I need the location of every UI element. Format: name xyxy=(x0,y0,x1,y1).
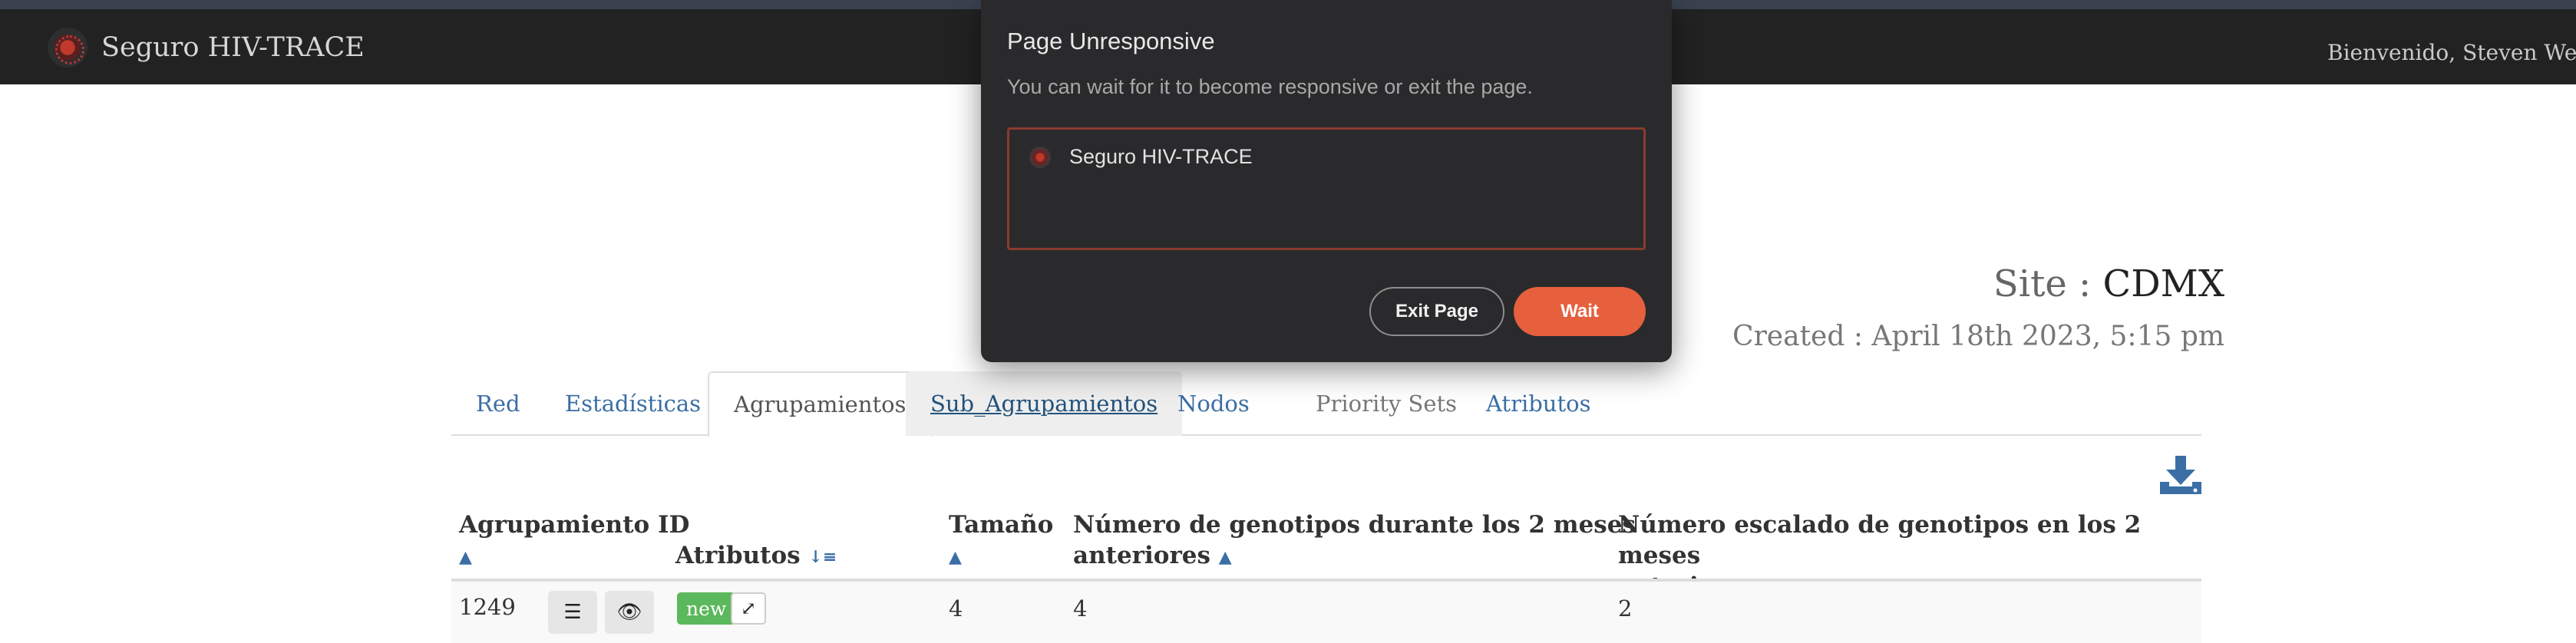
tab-bar: Red Estadísticas Agrupamientos Sub_Agrup… xyxy=(451,371,2201,437)
cell-tamano: 4 xyxy=(949,595,963,622)
brand[interactable]: Seguro HIV-TRACE xyxy=(48,28,365,68)
list-item-label: Seguro HIV-TRACE xyxy=(1069,145,1253,168)
header-numero-genotipos-line2: anteriores xyxy=(1073,542,1210,569)
sort-icon[interactable]: ▲︎ xyxy=(459,542,472,572)
tab-sub-agrupamientos[interactable]: Sub_Agrupamientos xyxy=(906,371,1183,436)
expand-button[interactable]: ⤢ xyxy=(731,592,766,625)
list-icon: ☰ xyxy=(563,601,582,624)
list-button[interactable]: ☰ xyxy=(548,591,597,634)
dialog-title: Page Unresponsive xyxy=(1007,28,1215,54)
tab-agrupamientos[interactable]: Agrupamientos xyxy=(708,371,933,437)
sort-descending-icon[interactable]: ↓≡ xyxy=(808,542,837,572)
new-badge: new xyxy=(677,592,736,625)
site-favicon-icon xyxy=(1029,146,1051,168)
cell-numero: 4 xyxy=(1073,595,1088,622)
site-label: Site : xyxy=(1993,262,2103,305)
brand-logo-icon xyxy=(48,28,88,68)
brand-title: Seguro HIV-TRACE xyxy=(101,32,365,63)
header-numero-escalado-line1: Número escalado de genotipos en los 2 me… xyxy=(1618,511,2142,569)
header-agrupamiento-id[interactable]: Agrupamiento ID ▲︎ xyxy=(459,509,689,572)
header-agrupamiento-id-label: Agrupamiento ID xyxy=(459,511,690,539)
header-tamano-label: Tamaño xyxy=(949,511,1054,539)
sort-icon[interactable]: ▲ xyxy=(1219,542,1232,572)
exit-page-button[interactable]: Exit Page xyxy=(1369,287,1504,336)
header-numero-genotipos[interactable]: Número de genotipos durante los 2 meses … xyxy=(1073,509,1636,572)
tab-estadisticas[interactable]: Estadísticas xyxy=(540,371,725,436)
cell-cluster-id: 1249 xyxy=(459,594,516,620)
dialog-message: You can wait for it to become responsive… xyxy=(1007,75,1533,98)
cell-escalado: 2 xyxy=(1618,595,1633,622)
tab-atributos[interactable]: Atributos xyxy=(1461,371,1615,436)
wait-button[interactable]: Wait xyxy=(1514,287,1646,336)
tab-red[interactable]: Red xyxy=(451,371,545,436)
view-button[interactable]: 👁︎ xyxy=(605,591,654,634)
header-tamano[interactable]: Tamaño ▲ xyxy=(949,509,1053,572)
header-atributos[interactable]: Atributos ↓≡ xyxy=(675,540,837,572)
unresponsive-pages-list: Seguro HIV-TRACE xyxy=(1007,127,1646,250)
expand-icon: ⤢ xyxy=(740,598,757,619)
download-icon[interactable] xyxy=(2158,456,2203,496)
created-date: Created : April 18th 2023, 5:15 pm xyxy=(1732,321,2224,352)
tab-nodos[interactable]: Nodos xyxy=(1153,371,1274,436)
list-item[interactable]: Seguro HIV-TRACE xyxy=(1029,145,1253,169)
welcome-user-menu[interactable]: Bienvenido, Steven Weave xyxy=(2327,40,2576,65)
site-name: CDMX xyxy=(2102,262,2224,305)
sort-icon[interactable]: ▲ xyxy=(949,542,962,572)
site-heading: Site : CDMX xyxy=(1993,262,2224,305)
page-unresponsive-dialog: Page Unresponsive You can wait for it to… xyxy=(981,0,1672,362)
header-numero-genotipos-line1: Número de genotipos durante los 2 meses xyxy=(1073,511,1636,539)
tab-priority-sets[interactable]: Priority Sets xyxy=(1291,371,1481,436)
eye-icon: 👁︎ xyxy=(616,601,642,624)
header-atributos-label: Atributos xyxy=(675,542,801,569)
